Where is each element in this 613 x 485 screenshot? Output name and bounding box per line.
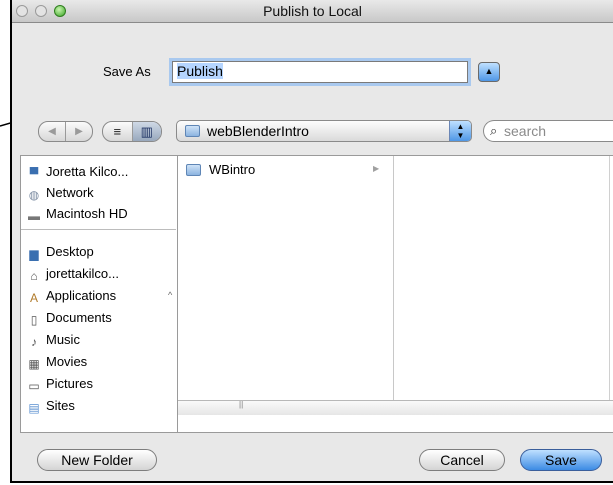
sidebar-item-home[interactable]: ⌂ jorettakilco... [27, 266, 119, 286]
forward-button[interactable]: ▶ [65, 122, 92, 141]
list-item[interactable]: WBintro [186, 162, 255, 177]
applications-icon: A [29, 291, 38, 305]
location-popup-label: webBlenderIntro [207, 123, 309, 139]
location-popup[interactable]: webBlenderIntro ▲ ▼ [176, 120, 472, 142]
save-as-input[interactable]: Publish [172, 61, 468, 83]
search-field[interactable]: ⌕ search [483, 120, 613, 142]
sidebar-item-documents[interactable]: ▯ Documents [27, 310, 112, 330]
triangle-up-icon: ▲ [484, 66, 494, 76]
documents-icon: ▯ [30, 313, 38, 327]
cancel-button[interactable]: Cancel [419, 449, 505, 471]
sidebar-item-network[interactable]: ◍ Network [27, 185, 94, 205]
window-title: Publish to Local [263, 3, 362, 19]
collapse-dialog-button[interactable]: ▲ [478, 62, 500, 82]
music-icon: ♪ [31, 335, 37, 349]
column-divider [609, 156, 610, 400]
sidebar: ▀ Joretta Kilco... ◍ Network ▬ Macintosh HD… [21, 156, 178, 432]
desktop-icon: ▆ [29, 247, 39, 261]
sidebar-item-desktop[interactable]: ▆ Desktop [27, 244, 93, 264]
hard-drive-icon: ▬ [28, 209, 40, 223]
sidebar-item-macintosh-hd[interactable]: ▬ Macintosh HD [27, 206, 128, 226]
sidebar-item-pictures[interactable]: ▭ Pictures [27, 376, 93, 396]
folder-icon [185, 125, 200, 137]
back-button[interactable]: ◀ [39, 122, 65, 141]
pictures-icon: ▭ [28, 379, 40, 393]
list-view-button[interactable]: ≡ [103, 122, 132, 141]
home-icon: ⌂ [30, 269, 38, 283]
sidebar-scroll-indicator[interactable]: ^ [168, 290, 172, 300]
new-folder-button[interactable]: New Folder [37, 449, 157, 471]
sidebar-item-music[interactable]: ♪ Music [27, 332, 80, 352]
network-icon: ◍ [28, 188, 40, 202]
sidebar-item-applications[interactable]: A Applications [27, 288, 116, 308]
title-bar[interactable]: Publish to Local [12, 0, 613, 23]
search-placeholder: search [504, 123, 547, 139]
save-button[interactable]: Save [520, 449, 602, 471]
up-down-arrows-icon: ▲ ▼ [449, 121, 471, 141]
computer-icon: ▀ [29, 167, 39, 181]
list-view-icon: ≡ [113, 124, 122, 139]
column-view-icon: ▥ [140, 124, 153, 139]
sidebar-item-movies[interactable]: ▦ Movies [27, 354, 87, 374]
browser-column-1: WBintro ▶ [178, 156, 394, 400]
movies-icon: ▦ [28, 357, 40, 371]
horizontal-scrollbar[interactable] [178, 400, 613, 415]
sidebar-divider [21, 229, 176, 230]
search-icon: ⌕ [490, 123, 498, 138]
column-view-button[interactable]: ▥ [131, 122, 161, 141]
save-as-label: Save As [103, 64, 151, 79]
view-mode-control: ≡ ▥ [102, 121, 162, 142]
save-as-input-value: Publish [177, 63, 223, 79]
sidebar-item-computer[interactable]: ▀ Joretta Kilco... [27, 164, 129, 184]
back-arrow-icon: ◀ [48, 126, 56, 137]
back-forward-control: ◀ ▶ [38, 121, 93, 142]
disclosure-arrow-icon: ▶ [373, 164, 380, 173]
column-resize-handle[interactable]: || [239, 400, 243, 409]
sidebar-item-sites[interactable]: ▤ Sites [27, 398, 75, 418]
save-dialog-window: Publish to Local Save As Publish ▲ ◀ ▶ ≡… [10, 0, 613, 483]
folder-icon [186, 164, 201, 176]
file-browser: ▀ Joretta Kilco... ◍ Network ▬ Macintosh HD… [20, 155, 613, 433]
sites-icon: ▤ [28, 401, 40, 415]
forward-arrow-icon: ▶ [75, 126, 83, 137]
